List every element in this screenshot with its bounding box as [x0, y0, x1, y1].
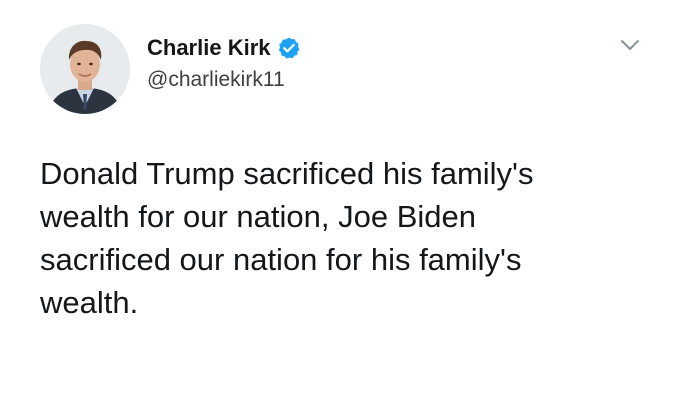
- author-name-row: Charlie Kirk: [147, 33, 301, 63]
- author-handle[interactable]: @charliekirk11: [147, 68, 285, 92]
- chevron-down-icon[interactable]: [618, 35, 642, 55]
- tweet-text-line: wealth.: [40, 285, 139, 320]
- tweet-text-line: sacrificed our nation for his family's: [40, 242, 522, 277]
- author-display-name[interactable]: Charlie Kirk: [147, 35, 271, 61]
- tweet-text-line: Donald Trump sacrificed his family's: [40, 156, 534, 191]
- tweet-text: Donald Trump sacrificed his family's wea…: [40, 152, 660, 324]
- tweet-card: Charlie Kirk @charliekirk11 Donald Trump…: [0, 0, 680, 408]
- verified-badge-icon: [277, 36, 301, 60]
- avatar[interactable]: [40, 24, 130, 114]
- tweet-text-line: wealth for our nation, Joe Biden: [40, 199, 476, 234]
- avatar-image: [40, 24, 130, 114]
